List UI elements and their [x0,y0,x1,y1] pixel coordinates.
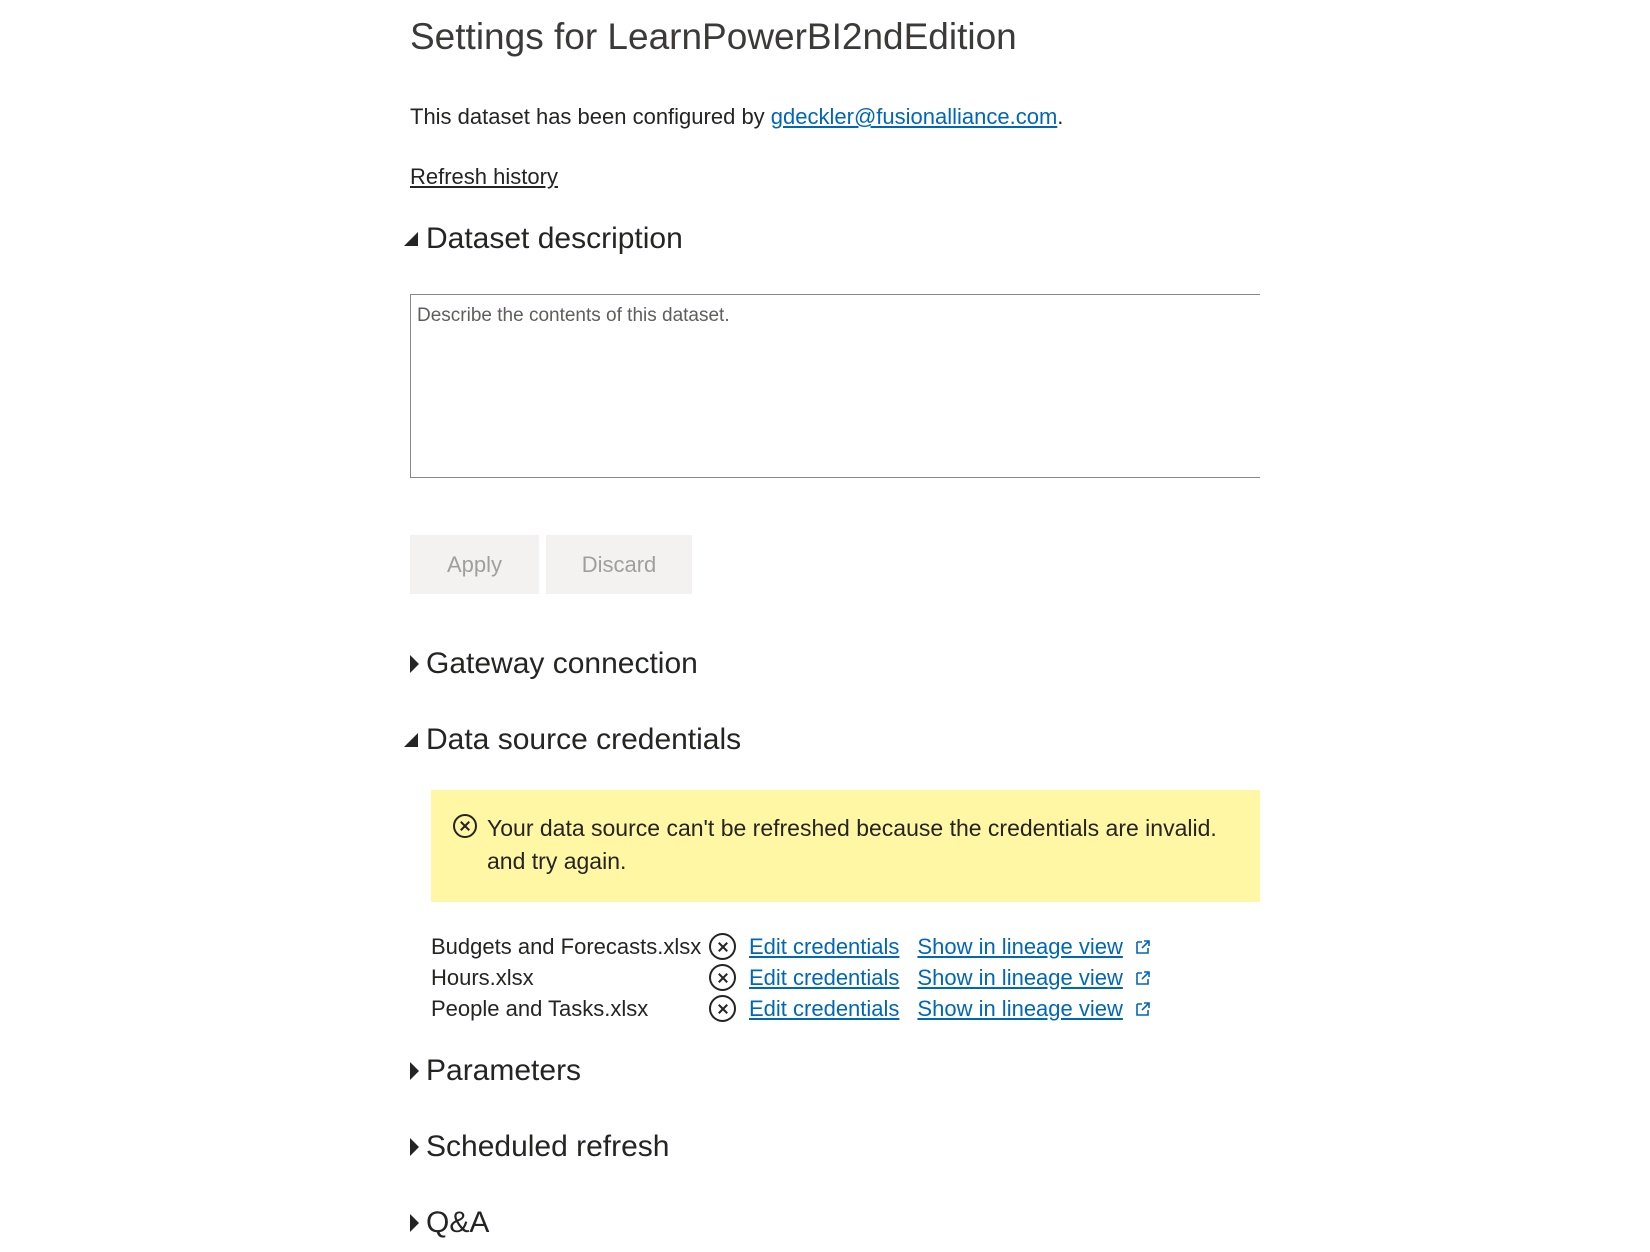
discard-button[interactable]: Discard [546,535,692,594]
section-data-source-credentials[interactable]: Data source credentials [402,723,741,757]
caret-right-icon [402,1060,424,1082]
credentials-warning-banner: Your data source can't be refreshed beca… [431,790,1260,902]
configured-suffix: . [1057,104,1064,129]
caret-right-icon [402,1212,424,1234]
credential-row: Hours.xlsx Edit credentials Show in line… [431,962,1151,993]
external-link-icon[interactable] [1135,1001,1151,1017]
settings-page: Settings for LearnPowerBI2ndEdition This… [0,0,1650,1252]
section-data-source-credentials-label: Data source credentials [426,723,742,756]
section-scheduled-refresh-label: Scheduled refresh [426,1130,670,1163]
caret-expanded-icon [402,729,424,751]
configured-by-text: This dataset has been configured by gdec… [410,104,1063,130]
warning-line-1: Your data source can't be refreshed beca… [487,815,1217,841]
configured-email-link[interactable]: gdeckler@fusionalliance.com [771,104,1057,129]
edit-credentials-link[interactable]: Edit credentials [749,996,899,1022]
section-parameters[interactable]: Parameters [402,1054,581,1088]
dataset-description-input[interactable] [410,294,1260,478]
error-circle-x-icon [709,964,736,991]
show-in-lineage-view-link[interactable]: Show in lineage view [917,934,1122,960]
section-dataset-description-label: Dataset description [426,222,683,255]
apply-button[interactable]: Apply [410,535,539,594]
show-in-lineage-view-link[interactable]: Show in lineage view [917,996,1122,1022]
error-circle-x-icon [709,933,736,960]
credential-source-name: Budgets and Forecasts.xlsx [431,933,702,959]
edit-credentials-link[interactable]: Edit credentials [749,934,899,960]
section-gateway-connection-label: Gateway connection [426,647,698,680]
credential-row: People and Tasks.xlsx Edit credentials S… [431,993,1151,1024]
warning-message: Your data source can't be refreshed beca… [487,812,1217,878]
section-scheduled-refresh[interactable]: Scheduled refresh [402,1130,670,1164]
caret-right-icon [402,1136,424,1158]
section-qa-label: Q&A [426,1206,490,1239]
page-title: Settings for LearnPowerBI2ndEdition [410,16,1017,57]
section-parameters-label: Parameters [426,1054,582,1087]
error-circle-x-icon [709,995,736,1022]
caret-expanded-icon [402,228,424,250]
error-circle-x-icon [453,814,477,838]
refresh-history-link[interactable]: Refresh history [410,164,558,190]
credential-source-name: Hours.xlsx [431,964,534,990]
configured-prefix: This dataset has been configured by [410,104,771,129]
edit-credentials-link[interactable]: Edit credentials [749,965,899,991]
show-in-lineage-view-link[interactable]: Show in lineage view [917,965,1122,991]
section-qa[interactable]: Q&A [402,1206,489,1240]
external-link-icon[interactable] [1135,939,1151,955]
external-link-icon[interactable] [1135,970,1151,986]
credential-row: Budgets and Forecasts.xlsx Edit credenti… [431,931,1151,962]
credential-source-name: People and Tasks.xlsx [431,995,649,1021]
warning-line-2: and try again. [487,848,627,874]
section-gateway-connection[interactable]: Gateway connection [402,647,698,681]
section-dataset-description[interactable]: Dataset description [402,222,683,256]
caret-right-icon [402,653,424,675]
